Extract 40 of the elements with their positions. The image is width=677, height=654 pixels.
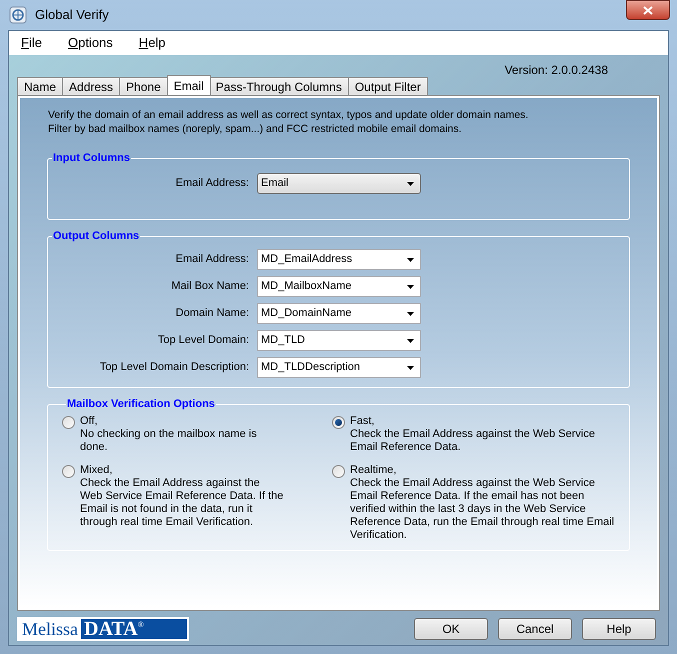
field-label: Mail Box Name: xyxy=(170,279,250,294)
menu-item[interactable]: File xyxy=(15,33,48,53)
dropdown-field[interactable]: MD_TLDDescription xyxy=(257,357,421,378)
tab[interactable]: Output Filter xyxy=(348,77,428,95)
melissa-data-logo: Melissa DATA® xyxy=(17,617,189,641)
menu-item[interactable]: Options xyxy=(62,33,119,53)
dropdown-field[interactable]: MD_EmailAddress xyxy=(257,249,421,270)
description-text: Verify the domain of an email address as well as correct syntax, typos and update older domain names. xyxy=(48,108,530,122)
group-title: Mailbox Verification Options xyxy=(66,398,216,411)
option-description: No checking on the mailbox name is done. xyxy=(80,428,258,454)
tab[interactable]: Name xyxy=(17,77,64,95)
dropdown-field[interactable]: MD_TLD xyxy=(257,330,421,351)
dialog-button[interactable]: OK xyxy=(414,618,488,640)
group-title: Output Columns xyxy=(52,230,140,243)
option-label: Fast, xyxy=(350,415,376,428)
option-description: Check the Email Address against the Web Service Email Reference Data. If the Email is not found in the data, run it through real time Email Verification. xyxy=(80,477,284,529)
tab[interactable]: Phone xyxy=(119,77,168,95)
option-label: Off, xyxy=(80,415,99,428)
field-label: Email Address: xyxy=(174,176,250,192)
tab[interactable]: Email xyxy=(166,75,211,95)
version-text: Version: 2.0.0.2438 xyxy=(504,62,608,77)
field-label: Domain Name: xyxy=(174,306,250,322)
dropdown-field[interactable]: MD_MailboxName xyxy=(257,276,421,297)
window-title: Global Verify xyxy=(35,6,109,24)
dropdown-field[interactable]: Email xyxy=(257,173,421,194)
description-text: Filter by bad mailbox names (noreply, spam...) and FCC restricted mobile email domains. xyxy=(48,122,463,136)
tab[interactable]: Pass-Through Columns xyxy=(208,77,349,95)
dropdown-field[interactable]: MD_DomainName xyxy=(257,303,421,324)
field-label: Top Level Domain: xyxy=(156,333,250,348)
menu-item[interactable]: Help xyxy=(132,33,172,53)
field-label: Email Address: xyxy=(174,252,250,268)
tab[interactable]: Address xyxy=(62,77,120,95)
option-description: Check the Email Address against the Web Service Email Reference Data. xyxy=(350,428,596,454)
dialog-button[interactable]: Cancel xyxy=(498,618,572,640)
group-title: Input Columns xyxy=(52,152,131,165)
option-label: Realtime, xyxy=(350,464,398,477)
field-label: Top Level Domain Description: xyxy=(98,360,250,376)
option-label: Mixed, xyxy=(80,464,114,477)
dialog-button[interactable]: Help xyxy=(582,618,656,640)
option-description: Check the Email Address against the Web Service Email Reference Data. If the email has not been verified within the last 3 days in the Web Service Reference Data, run the Email through real time Email Verification. xyxy=(350,477,616,542)
